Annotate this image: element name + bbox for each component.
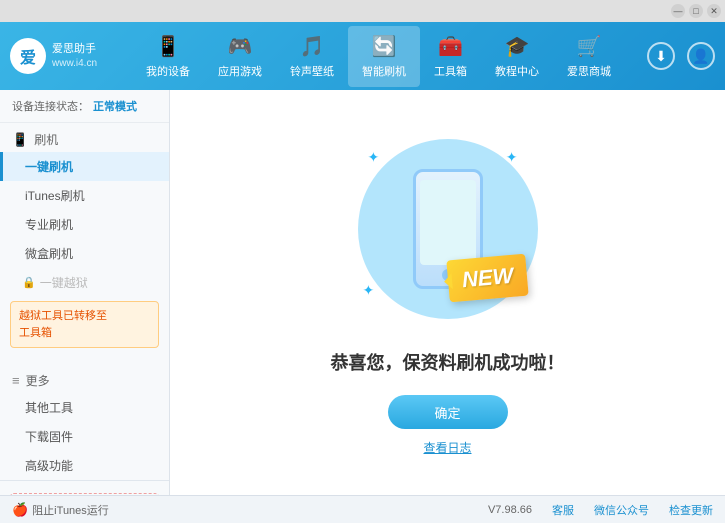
nav-icon-my-device: 📱 — [156, 34, 181, 59]
main-area: 设备连接状态： 正常模式 📱 刷机 一键刷机 iTunes刷机 专业刷机 微盒刷… — [0, 90, 725, 495]
logo-url: www.i4.cn — [52, 57, 97, 70]
footer-left: 🍎 阻止iTunes运行 — [12, 502, 472, 518]
checkbox-border: 自动激活 跳过向导 — [10, 493, 159, 495]
status-label: 设备连接状态： — [12, 98, 89, 114]
nav-item-store[interactable]: 🛒 爱思商城 — [553, 26, 625, 87]
nav-icon-toolbox: 🧰 — [438, 34, 463, 59]
nav-label-app-games: 应用游戏 — [218, 63, 262, 79]
status-value: 正常模式 — [93, 98, 137, 114]
nav-label-ringtone: 铃声壁纸 — [290, 63, 334, 79]
content-area: ✦ ✦ ✦ NEW 恭喜您，保资料刷机成功啦！ 确定 查看日志 — [170, 90, 725, 495]
nav-icon-ringtone: 🎵 — [300, 34, 325, 59]
flash-section-header: 📱 刷机 — [0, 123, 169, 152]
nav-item-tutorial[interactable]: 🎓 教程中心 — [481, 26, 553, 87]
title-bar: — □ ✕ — [0, 0, 725, 22]
version-label: V7.98.66 — [488, 504, 532, 516]
nav-item-smart-flash[interactable]: 🔄 智能刷机 — [348, 26, 420, 87]
customer-service-link[interactable]: 客服 — [552, 502, 574, 518]
sidebar-item-jailbreak-disabled: 🔒 一键越狱 — [0, 268, 169, 297]
logo-name: 爱思助手 — [52, 42, 97, 56]
nav-item-ringtone[interactable]: 🎵 铃声壁纸 — [276, 26, 348, 87]
logo: 爱 爱思助手 www.i4.cn — [10, 38, 100, 74]
logo-text: 爱思助手 www.i4.cn — [52, 42, 97, 69]
more-section-header: ≡ 更多 — [0, 364, 169, 393]
sparkle-icon-3: ✦ — [363, 282, 375, 299]
wechat-official-link[interactable]: 微信公众号 — [594, 502, 649, 518]
nav-items: 📱 我的设备 🎮 应用游戏 🎵 铃声壁纸 🔄 智能刷机 🧰 工具箱 🎓 教程中心… — [120, 26, 637, 87]
nav-label-store: 爱思商城 — [567, 63, 611, 79]
check-update-link[interactable]: 检查更新 — [669, 502, 713, 518]
new-badge: NEW — [448, 257, 527, 299]
flash-section-icon: 📱 — [12, 132, 28, 148]
sidebar-bottom: 自动激活 跳过向导 📱 iPhone 12 mini 64GB Down-12m… — [0, 480, 169, 495]
sparkle-icon-1: ✦ — [368, 149, 380, 166]
more-section-icon: ≡ — [12, 373, 20, 388]
connection-status: 设备连接状态： 正常模式 — [0, 90, 169, 123]
confirm-button[interactable]: 确定 — [388, 395, 508, 429]
nav-label-my-device: 我的设备 — [146, 63, 190, 79]
footer-right: V7.98.66 客服 微信公众号 检查更新 — [488, 502, 713, 518]
phone-screen-graphic — [420, 180, 476, 265]
sidebar-item-other-tools[interactable]: 其他工具 — [0, 393, 169, 422]
user-button[interactable]: 👤 — [687, 42, 715, 70]
close-button[interactable]: ✕ — [707, 4, 721, 18]
logo-char: 爱 — [20, 44, 36, 68]
jailbreak-notice: 越狱工具已转移至 工具箱 — [10, 301, 159, 348]
minimize-button[interactable]: — — [671, 4, 685, 18]
itunes-icon: 🍎 — [12, 502, 28, 518]
nav-icon-app-games: 🎮 — [228, 34, 253, 59]
footer: 🍎 阻止iTunes运行 V7.98.66 客服 微信公众号 检查更新 — [0, 495, 725, 523]
sidebar-item-one-click-flash[interactable]: 一键刷机 — [0, 152, 169, 181]
sidebar-item-itunes-flash[interactable]: iTunes刷机 — [0, 181, 169, 210]
checkbox-row: 自动激活 跳过向导 — [10, 489, 159, 495]
success-message: 恭喜您，保资料刷机成功啦！ — [331, 349, 565, 375]
lock-icon: 🔒 — [22, 276, 36, 289]
nav-item-app-games[interactable]: 🎮 应用游戏 — [204, 26, 276, 87]
sidebar: 设备连接状态： 正常模式 📱 刷机 一键刷机 iTunes刷机 专业刷机 微盒刷… — [0, 90, 170, 495]
nav-icon-store: 🛒 — [577, 34, 602, 59]
history-link[interactable]: 查看日志 — [423, 439, 471, 456]
nav-icon-tutorial: 🎓 — [505, 34, 530, 59]
download-button[interactable]: ⬇ — [647, 42, 675, 70]
nav-item-toolbox[interactable]: 🧰 工具箱 — [420, 26, 481, 87]
nav-right: ⬇ 👤 — [647, 42, 715, 70]
nav-label-smart-flash: 智能刷机 — [362, 63, 406, 79]
more-section-label: 更多 — [26, 372, 50, 389]
new-badge-text: NEW — [446, 254, 529, 303]
phone-illustration: ✦ ✦ ✦ NEW — [348, 129, 548, 329]
header: 爱 爱思助手 www.i4.cn 📱 我的设备 🎮 应用游戏 🎵 铃声壁纸 🔄 … — [0, 22, 725, 90]
sparkle-icon-2: ✦ — [506, 149, 518, 166]
logo-icon: 爱 — [10, 38, 46, 74]
flash-section-label: 刷机 — [34, 131, 58, 148]
nav-label-toolbox: 工具箱 — [434, 63, 467, 79]
sidebar-item-download-firmware[interactable]: 下载固件 — [0, 422, 169, 451]
sidebar-item-advanced[interactable]: 高级功能 — [0, 451, 169, 480]
sidebar-item-save-flash[interactable]: 微盒刷机 — [0, 239, 169, 268]
sidebar-item-pro-flash[interactable]: 专业刷机 — [0, 210, 169, 239]
maximize-button[interactable]: □ — [689, 4, 703, 18]
itunes-status: 阻止iTunes运行 — [32, 502, 109, 518]
nav-item-my-device[interactable]: 📱 我的设备 — [132, 26, 204, 87]
nav-icon-smart-flash: 🔄 — [372, 34, 397, 59]
nav-label-tutorial: 教程中心 — [495, 63, 539, 79]
